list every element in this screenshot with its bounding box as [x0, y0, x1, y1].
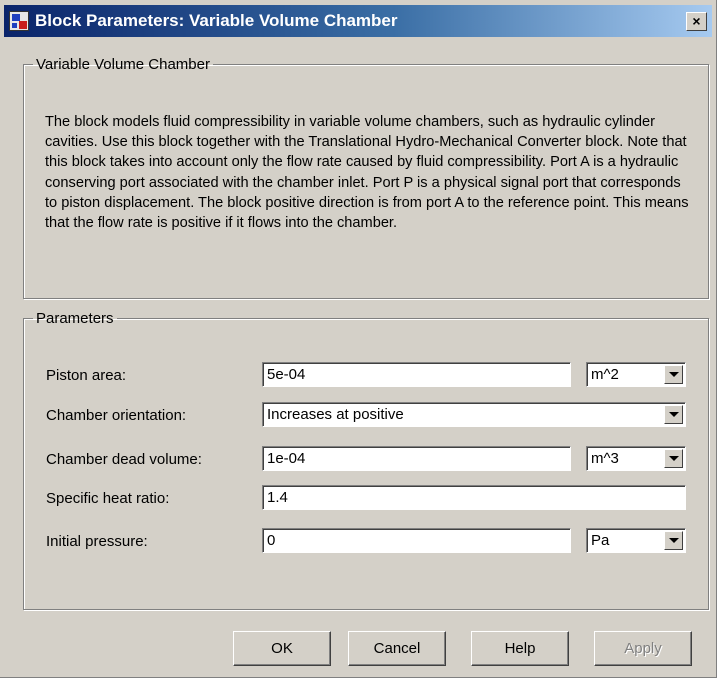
- apply-button[interactable]: Apply: [594, 631, 692, 666]
- block-parameters-icon: [9, 11, 29, 31]
- ok-button[interactable]: OK: [233, 631, 331, 666]
- initial-pressure-unit-value: Pa: [591, 532, 610, 549]
- piston-area-label: Piston area:: [46, 367, 127, 384]
- piston-area-input[interactable]: 5e-04: [262, 362, 571, 387]
- cancel-button[interactable]: Cancel: [348, 631, 446, 666]
- close-button[interactable]: ×: [686, 12, 707, 31]
- parameters-legend: Parameters: [36, 310, 114, 327]
- window-title: Block Parameters: Variable Volume Chambe…: [35, 11, 398, 30]
- chevron-down-icon[interactable]: [664, 365, 683, 384]
- description-group: Variable Volume Chamber The block models…: [23, 56, 709, 299]
- help-button[interactable]: Help: [471, 631, 569, 666]
- piston-area-unit-select[interactable]: m^2: [586, 362, 686, 387]
- initial-pressure-label: Initial pressure:: [46, 533, 148, 550]
- dialog-window: Block Parameters: Variable Volume Chambe…: [0, 0, 717, 678]
- chamber-dead-volume-input[interactable]: 1e-04: [262, 446, 571, 471]
- chamber-orientation-label: Chamber orientation:: [46, 407, 187, 424]
- initial-pressure-input[interactable]: 0: [262, 528, 571, 553]
- chamber-dead-volume-label: Chamber dead volume:: [46, 451, 202, 468]
- chevron-down-icon[interactable]: [664, 531, 683, 550]
- initial-pressure-unit-select[interactable]: Pa: [586, 528, 686, 553]
- piston-area-unit-value: m^2: [591, 366, 619, 383]
- specific-heat-ratio-input[interactable]: 1.4: [262, 485, 686, 510]
- chamber-dead-volume-unit-select[interactable]: m^3: [586, 446, 686, 471]
- chamber-orientation-select[interactable]: Increases at positive: [262, 402, 686, 427]
- chevron-down-icon[interactable]: [664, 449, 683, 468]
- chamber-orientation-value: Increases at positive: [267, 406, 404, 423]
- description-legend: Variable Volume Chamber: [36, 56, 210, 73]
- chevron-down-icon[interactable]: [664, 405, 683, 424]
- chamber-dead-volume-unit-value: m^3: [591, 450, 619, 467]
- title-bar[interactable]: Block Parameters: Variable Volume Chambe…: [4, 5, 712, 37]
- specific-heat-ratio-label: Specific heat ratio:: [46, 490, 170, 507]
- description-text: The block models fluid compressibility i…: [45, 114, 689, 232]
